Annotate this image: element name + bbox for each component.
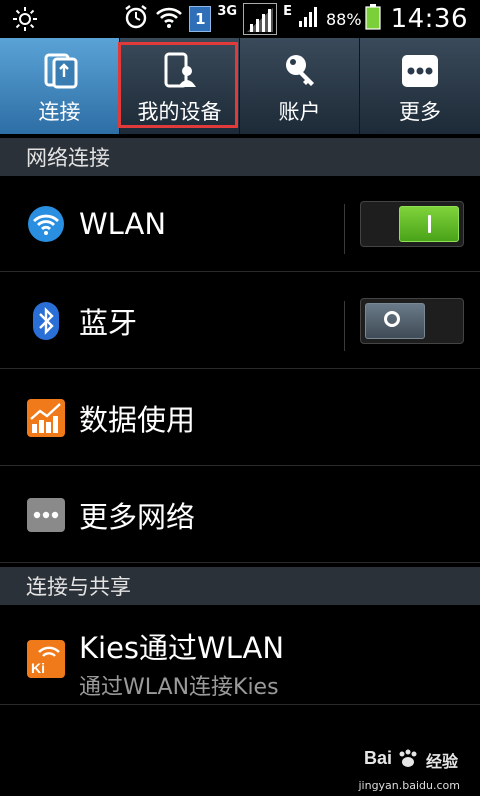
bluetooth-icon	[26, 301, 66, 341]
toggle-knob	[365, 302, 425, 339]
more-networks-label: 更多网络	[79, 499, 196, 534]
bluetooth-toggle[interactable]	[360, 297, 464, 344]
tab-accounts[interactable]: 账户	[240, 38, 360, 134]
bluetooth-label: 蓝牙	[79, 305, 138, 340]
data-usage-label: 数据使用	[79, 402, 196, 437]
brightness-icon	[12, 6, 38, 36]
data-usage-icon	[26, 398, 66, 438]
tab-my-device[interactable]: 我的设备	[118, 38, 240, 134]
tab-label: 账户	[278, 100, 321, 124]
signal-2-icon	[298, 6, 320, 32]
list-item-more-networks[interactable]: 更多网络	[0, 467, 480, 563]
wlan-toggle[interactable]	[360, 200, 464, 247]
section-header-network: 网络连接	[0, 138, 480, 176]
wlan-label: WLAN	[79, 206, 167, 241]
toggle-knob	[399, 205, 459, 242]
tab-label: 更多	[399, 100, 441, 124]
kies-subtitle: 通过WLAN连接Kies	[79, 675, 279, 700]
baidu-watermark: Bai 经验	[364, 746, 458, 774]
watermark-url: jingyan.baidu.com	[358, 779, 460, 792]
divider	[344, 301, 345, 351]
watermark-brand: 经验	[425, 752, 458, 771]
divider	[344, 204, 345, 254]
tab-label: 连接	[38, 100, 81, 124]
battery-icon	[364, 4, 381, 34]
my-device-icon	[160, 52, 200, 90]
sim-badge: 1	[189, 6, 212, 32]
key-icon	[280, 52, 320, 90]
svg-text:Ki: Ki	[31, 660, 45, 676]
tab-more[interactable]: 更多	[360, 38, 480, 134]
more-icon	[400, 52, 440, 90]
more-networks-icon	[26, 495, 66, 535]
wifi-icon	[26, 204, 66, 244]
list-item-data-usage[interactable]: 数据使用	[0, 370, 480, 466]
battery-percent: 88%	[326, 9, 362, 29]
tab-connections[interactable]: 连接	[0, 38, 120, 134]
kies-label: Kies通过WLAN	[79, 631, 285, 665]
section-header-share: 连接与共享	[0, 567, 480, 605]
alarm-icon	[123, 4, 149, 34]
kies-icon: Ki	[26, 639, 66, 679]
list-item-bluetooth[interactable]: 蓝牙	[0, 273, 480, 369]
status-bar: 1 3G E 88% 14:36	[0, 0, 480, 38]
signal-icon	[243, 3, 278, 35]
list-item-kies[interactable]: Ki Kies通过WLAN 通过WLAN连接Kies	[0, 605, 480, 705]
list-item-wlan[interactable]: WLAN	[0, 176, 480, 272]
tab-label: 我的设备	[137, 100, 222, 124]
wifi-status-icon	[155, 5, 183, 33]
connect-icon	[40, 52, 80, 90]
settings-tab-bar: 连接 我的设备 账户 更多	[0, 38, 480, 134]
network-type-label: 3G	[217, 4, 238, 19]
svg-text:Bai: Bai	[364, 748, 392, 768]
data-type-label: E	[283, 4, 292, 19]
clock: 14:36	[390, 4, 468, 34]
baidu-paw-icon: Bai	[364, 746, 422, 774]
